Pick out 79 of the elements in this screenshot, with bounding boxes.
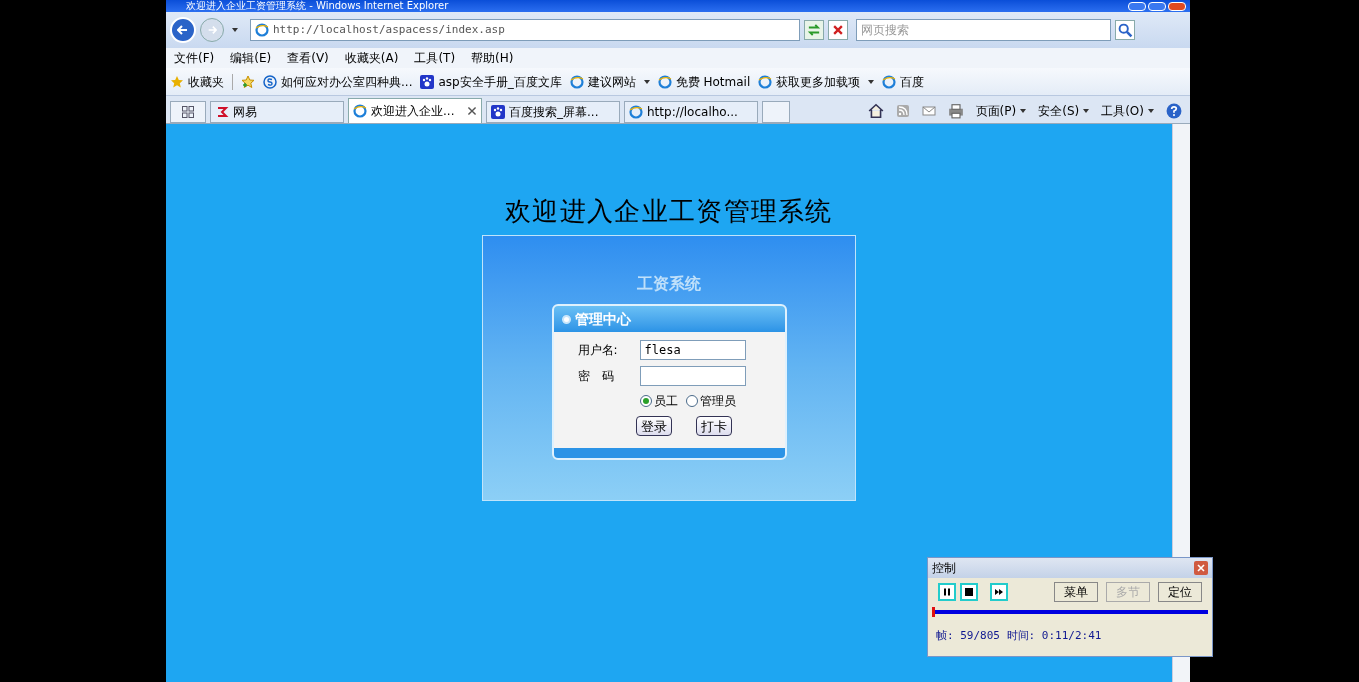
browser-tab[interactable]: 百度搜索_屏幕... bbox=[486, 101, 620, 123]
player-button[interactable]: 定位 bbox=[1158, 582, 1202, 602]
browser-e-icon bbox=[569, 74, 584, 89]
caret-icon bbox=[1083, 109, 1090, 113]
search-field[interactable]: 网页搜索 bbox=[856, 19, 1111, 41]
text-input[interactable]: flesa bbox=[639, 340, 746, 360]
banner-text: 工资系统 bbox=[637, 273, 701, 295]
player-button[interactable]: 菜单 bbox=[1054, 582, 1098, 602]
caret-icon bbox=[1020, 109, 1027, 113]
caret-icon bbox=[868, 79, 875, 84]
form-button[interactable]: 登录 bbox=[635, 416, 672, 436]
menu-item[interactable]: 帮助(H) bbox=[471, 49, 514, 67]
page-heading: 欢迎进入企业工资管理系统 bbox=[505, 195, 833, 228]
right-arrow-icon bbox=[207, 25, 217, 35]
favorites-button[interactable]: 收藏夹 bbox=[170, 72, 224, 91]
favorite-link[interactable]: 免费 Hotmail bbox=[657, 72, 751, 91]
favorite-link[interactable]: 百度 bbox=[882, 72, 925, 91]
browser-e-icon bbox=[629, 105, 643, 119]
browser-tab[interactable]: 欢迎进入企业... bbox=[348, 98, 482, 123]
favorite-link[interactable]: 建议网站 bbox=[569, 72, 650, 91]
menu-item[interactable]: 编辑(E) bbox=[230, 49, 272, 67]
browser-tab[interactable]: 网易 bbox=[210, 101, 344, 123]
progress-thumb[interactable] bbox=[932, 607, 935, 617]
maximize-icon[interactable] bbox=[1148, 1, 1166, 11]
paw-icon bbox=[420, 74, 435, 89]
search-icon[interactable] bbox=[1115, 20, 1135, 40]
command-menu[interactable]: 工具(O) bbox=[1101, 102, 1154, 120]
home-icon[interactable] bbox=[867, 103, 884, 119]
close-icon[interactable] bbox=[1168, 1, 1186, 11]
role-radio[interactable]: 管理员 bbox=[685, 392, 736, 410]
form-button[interactable]: 打卡 bbox=[695, 416, 732, 436]
browser-e-icon bbox=[882, 74, 897, 89]
menu-item[interactable]: 工具(T) bbox=[414, 49, 456, 67]
close-icon[interactable] bbox=[1194, 561, 1208, 575]
refresh-icon[interactable] bbox=[804, 20, 824, 40]
caret-icon bbox=[643, 79, 650, 84]
star-icon[interactable] bbox=[170, 74, 184, 89]
browser-tab[interactable]: http://localho... bbox=[624, 101, 758, 123]
menu-item[interactable]: 文件(F) bbox=[174, 49, 215, 67]
close-tab-icon[interactable] bbox=[467, 106, 477, 116]
paw-icon bbox=[491, 105, 505, 119]
favorite-link[interactable]: 如何应对办公室四种典... bbox=[263, 72, 413, 91]
caret-icon bbox=[1148, 109, 1154, 113]
star-plus-icon[interactable] bbox=[241, 74, 255, 89]
grid-icon bbox=[182, 106, 194, 118]
browser-e-icon bbox=[255, 23, 269, 37]
netease-logo-icon bbox=[215, 105, 229, 119]
print-icon[interactable] bbox=[947, 103, 964, 119]
left-arrow-icon bbox=[177, 24, 189, 36]
pause-icon[interactable] bbox=[938, 583, 956, 601]
minimize-icon[interactable] bbox=[1128, 1, 1146, 11]
progress-track[interactable] bbox=[932, 610, 1208, 614]
window-title: 欢迎进入企业工资管理系统 - Windows Internet Explorer bbox=[186, 0, 449, 12]
role-radio[interactable]: 员工 bbox=[639, 392, 678, 410]
player-title: 控制 bbox=[932, 560, 956, 577]
favorite-link[interactable]: asp安全手册_百度文库 bbox=[420, 72, 562, 91]
command-menu[interactable]: 安全(S) bbox=[1038, 102, 1090, 120]
browser-e-icon bbox=[353, 104, 367, 118]
s-logo-icon bbox=[263, 74, 277, 89]
search-input[interactable]: 网页搜索 bbox=[861, 21, 1106, 39]
browser-e-icon bbox=[657, 74, 672, 89]
url-text: http://localhost/aspacess/index.asp bbox=[273, 21, 505, 38]
command-menu[interactable]: 页面(P) bbox=[975, 102, 1027, 120]
text-input[interactable] bbox=[639, 366, 746, 386]
panel-title: 管理中心 bbox=[574, 309, 631, 329]
stop-icon[interactable] bbox=[960, 583, 978, 601]
menu-item[interactable]: 收藏夹(A) bbox=[344, 49, 399, 67]
browser-e-icon bbox=[758, 74, 773, 89]
player-status: 帧: 59/805 时间: 0:11/2:41 bbox=[936, 628, 1103, 644]
field-label: 密 码 bbox=[577, 368, 615, 385]
menu-item[interactable]: 查看(V) bbox=[287, 49, 329, 67]
fast-forward-icon[interactable] bbox=[990, 583, 1008, 601]
favorite-link[interactable]: 获取更多加载项 bbox=[758, 72, 875, 91]
caret-icon bbox=[232, 28, 238, 32]
field-label: 用户名: bbox=[577, 342, 619, 359]
quick-tabs-button[interactable] bbox=[170, 101, 206, 123]
address-field[interactable]: http://localhost/aspacess/index.asp bbox=[250, 19, 800, 41]
back-button[interactable] bbox=[170, 17, 196, 43]
help-icon[interactable] bbox=[1166, 103, 1182, 119]
